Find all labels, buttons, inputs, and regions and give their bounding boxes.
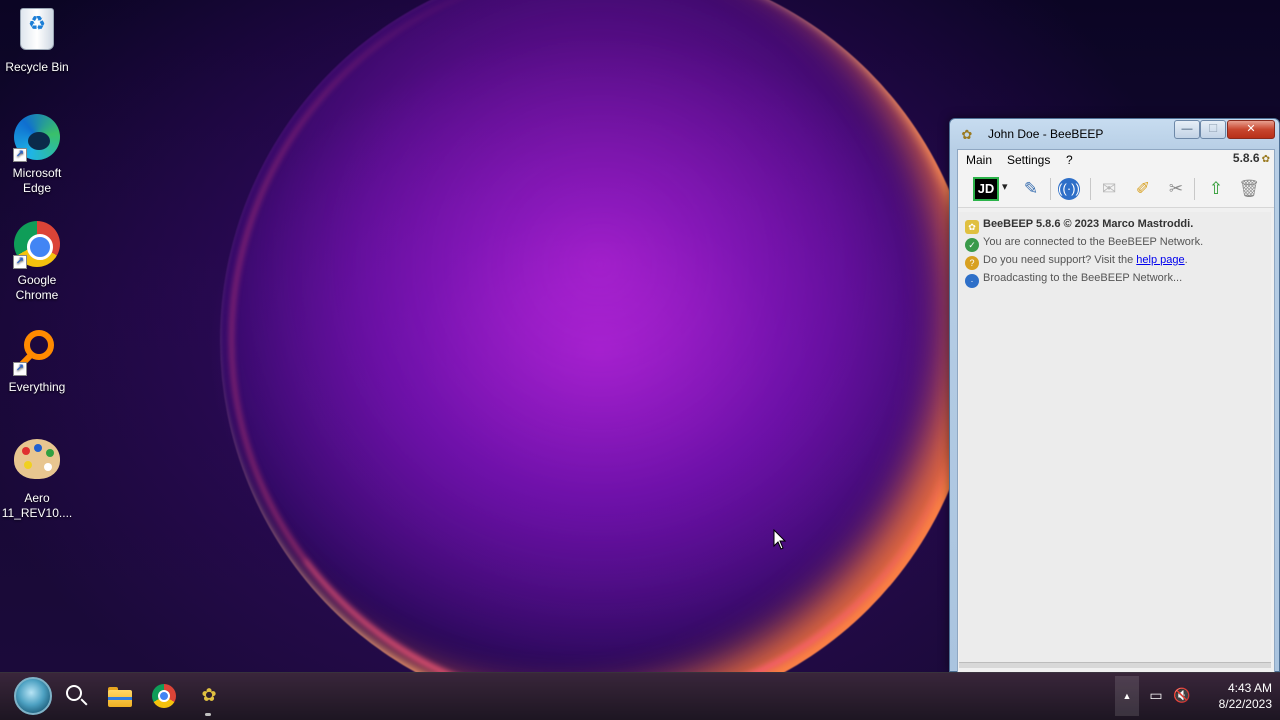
shortcut-arrow-icon: ↗ <box>13 255 27 269</box>
window-title: John Doe - BeeBEEP <box>988 127 1104 141</box>
search-icon <box>66 685 82 701</box>
toolbar-separator <box>1090 178 1091 200</box>
desktop-icon-everything[interactable]: ↗ Everything <box>0 328 74 395</box>
beebeep-taskbar-button[interactable]: ✿ <box>190 678 226 714</box>
show-hidden-icons-button[interactable]: ▲ <box>1115 676 1139 716</box>
mouse-cursor-icon <box>773 529 787 550</box>
beebeep-window[interactable]: ✿ John Doe - BeeBEEP — ☐ ✕ Main Settings… <box>949 118 1280 673</box>
tools-icon[interactable]: ✂ <box>1163 176 1189 202</box>
toolbar: JD ▾ ✎ ((·)) ✉ ✐ ✂ ⇧ 🗑 <box>958 170 1274 208</box>
bee-icon: ✿ <box>201 685 217 705</box>
desktop-icon-recycle-bin[interactable]: Recycle Bin <box>0 6 74 75</box>
desktop-icon-label: Recycle Bin <box>5 60 69 74</box>
recycle-bin-icon <box>13 8 61 56</box>
wallpaper-orb-glow <box>230 0 970 672</box>
desktop-icon-label: Microsoft Edge <box>12 166 62 195</box>
title-bar[interactable]: ✿ John Doe - BeeBEEP — ☐ ✕ <box>950 119 1279 149</box>
update-icon[interactable]: ⇧ <box>1203 176 1229 202</box>
log-line: ? Do you need support? Visit the help pag… <box>965 252 1188 270</box>
maximize-button[interactable]: ☐ <box>1200 120 1226 139</box>
magnifier-icon: ↗ <box>13 328 61 376</box>
paint-palette-icon <box>13 439 61 487</box>
user-avatar-button[interactable]: JD <box>973 177 999 201</box>
desktop-icon-label: Everything <box>8 380 66 394</box>
bee-icon: ✿ <box>965 220 979 234</box>
horizontal-scrollbar[interactable] <box>959 662 1271 668</box>
trash-icon[interactable]: 🗑 <box>1236 176 1262 202</box>
network-icon[interactable]: ▭ <box>1147 686 1165 704</box>
chrome-icon: ↗ <box>13 221 61 269</box>
network-icon[interactable]: ((·)) <box>1058 178 1080 200</box>
version-label: 5.8.6 ✿ <box>1233 151 1270 165</box>
message-icon[interactable]: ✉ <box>1096 176 1122 202</box>
toolbar-separator <box>1050 178 1051 200</box>
chrome-taskbar-button[interactable] <box>146 678 182 714</box>
log-line: ✓ You are connected to the BeeBEEP Networ… <box>965 234 1203 252</box>
bee-icon: ✿ <box>961 127 973 142</box>
compose-icon[interactable]: ✐ <box>1130 176 1156 202</box>
desktop-icon-label: Google Chrome <box>15 273 59 302</box>
menu-bar: Main Settings ? 5.8.6 ✿ <box>958 150 1274 170</box>
volume-muted-icon[interactable]: 🔇 <box>1173 686 1191 704</box>
shortcut-arrow-icon: ↗ <box>13 148 27 162</box>
chrome-icon <box>152 684 176 708</box>
window-client-area: Main Settings ? 5.8.6 ✿ JD ▾ ✎ ((·)) ✉ ✐ … <box>957 149 1275 673</box>
broadcast-icon: · <box>965 274 979 288</box>
desktop-icon-aero-11[interactable]: Aero 11_REV10.... <box>0 435 74 521</box>
desktop-icon-microsoft-edge[interactable]: ↗ Microsoft Edge <box>0 114 74 196</box>
running-indicator <box>205 713 211 716</box>
desktop-icon-google-chrome[interactable]: ↗ Google Chrome <box>0 221 74 303</box>
shortcut-arrow-icon: ↗ <box>13 362 27 376</box>
log-line: · Broadcasting to the BeeBEEP Network... <box>965 270 1182 288</box>
system-clock[interactable]: 4:43 AM 8/22/2023 <box>1196 680 1272 712</box>
menu-help[interactable]: ? <box>1066 153 1073 167</box>
toolbar-separator <box>1194 178 1195 200</box>
desktop-icon-label: Aero 11_REV10.... <box>1 491 73 520</box>
chevron-down-icon[interactable]: ▾ <box>1002 180 1008 193</box>
help-page-link[interactable]: help page <box>1136 254 1184 266</box>
connected-icon: ✓ <box>965 238 979 252</box>
menu-settings[interactable]: Settings <box>1007 153 1050 167</box>
support-icon: ? <box>965 256 979 270</box>
menu-main[interactable]: Main <box>966 153 992 167</box>
search-button[interactable] <box>58 678 94 714</box>
clock-time: 4:43 AM <box>1227 681 1272 695</box>
chat-log[interactable]: ✿ BeeBEEP 5.8.6 © 2023 Marco Mastroddi. ✓… <box>959 212 1271 668</box>
edit-profile-icon[interactable]: ✎ <box>1018 176 1044 202</box>
version-number: 5.8.6 <box>1232 151 1260 165</box>
file-explorer-button[interactable] <box>102 678 138 714</box>
log-line: ✿ BeeBEEP 5.8.6 © 2023 Marco Mastroddi. <box>965 216 1193 234</box>
clock-date: 8/22/2023 <box>1218 697 1272 711</box>
bee-icon: ✿ <box>1261 154 1270 165</box>
start-button[interactable] <box>14 677 52 715</box>
edge-icon: ↗ <box>13 114 61 162</box>
close-button[interactable]: ✕ <box>1227 120 1275 139</box>
minimize-button[interactable]: — <box>1174 120 1200 139</box>
